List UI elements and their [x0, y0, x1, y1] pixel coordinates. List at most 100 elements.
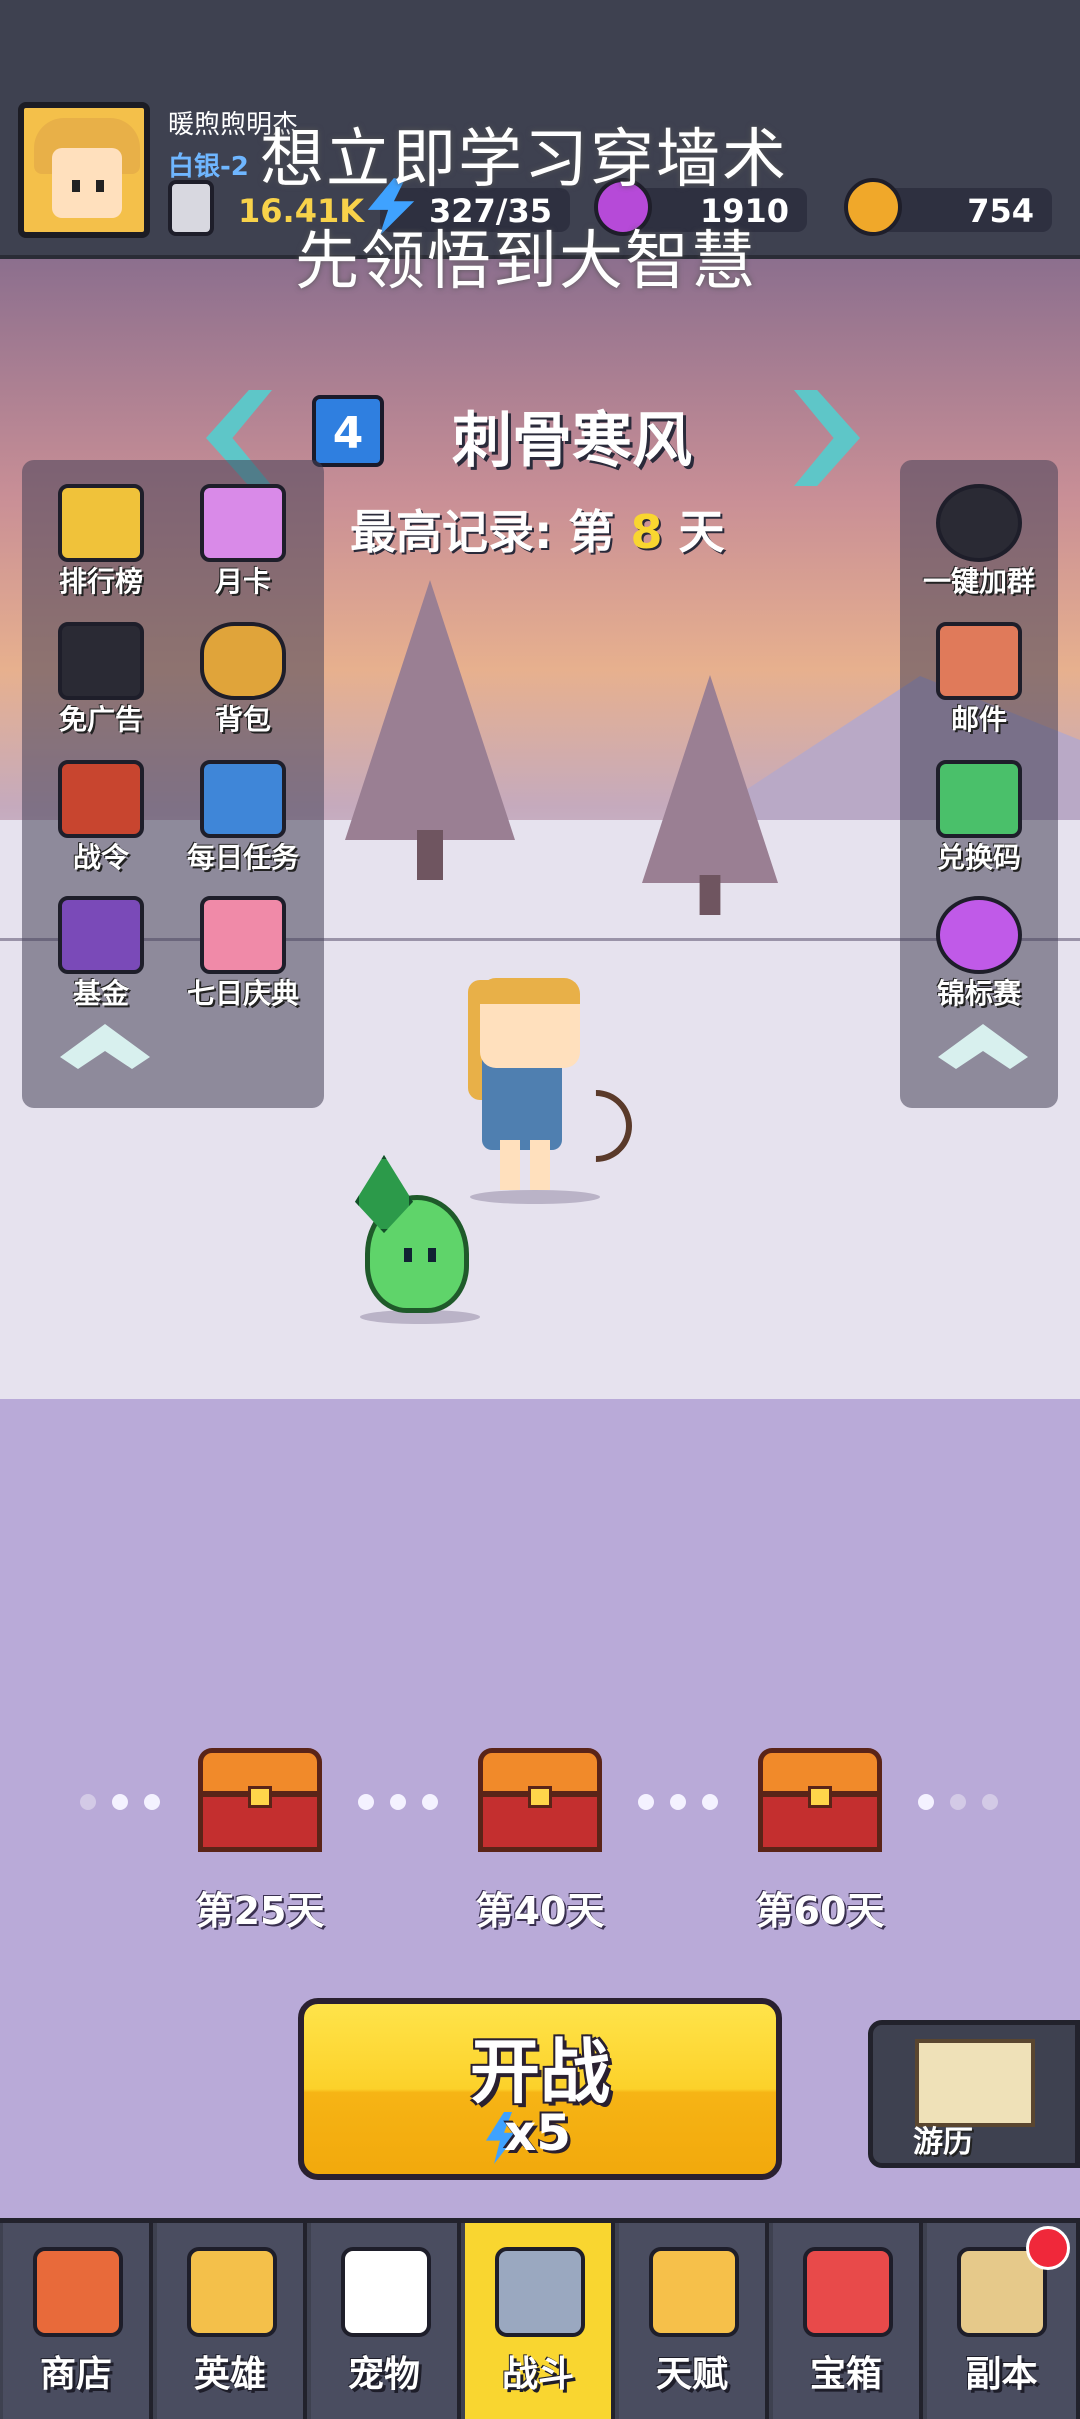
record-day: 8	[630, 505, 663, 559]
player-rank: 白银-2	[168, 152, 249, 182]
hero-leg	[500, 1140, 520, 1190]
gold-stat[interactable]: 754	[844, 178, 1052, 236]
shop-stall-icon	[33, 2247, 123, 2337]
menu-label: 每日任务	[186, 841, 299, 874]
reward-label: 第60天	[755, 1889, 885, 1933]
purple-orb-icon	[936, 896, 1022, 974]
progress-dot	[638, 1794, 654, 1810]
gold-coin-icon	[844, 178, 902, 236]
battle-pass-button[interactable]: 战令	[36, 754, 166, 884]
notification-badge	[1026, 2226, 1070, 2270]
reward-chest-day40[interactable]	[478, 1748, 602, 1852]
chapter-number: 4	[312, 395, 384, 467]
mail-button[interactable]: 邮件	[914, 616, 1044, 746]
treasure-chest-icon	[803, 2247, 893, 2337]
seven-day-event-button[interactable]: 七日庆典	[178, 890, 308, 1020]
progress-dot	[982, 1794, 998, 1810]
avatar-eye	[96, 180, 104, 192]
fund-button[interactable]: 基金	[36, 890, 166, 1020]
hero-head	[480, 978, 580, 1068]
reward-label: 第25天	[195, 1889, 325, 1933]
ticket-icon	[936, 760, 1022, 838]
progress-dot	[918, 1794, 934, 1810]
menu-label: 一键加群	[922, 565, 1035, 598]
tab-shop[interactable]: 商店	[3, 2223, 153, 2419]
daily-tasks-button[interactable]: 每日任务	[178, 754, 308, 884]
start-battle-button[interactable]: 开战 x5	[298, 1998, 782, 2180]
hero-portrait-icon	[187, 2247, 277, 2337]
tab-label: 宠物	[347, 2354, 420, 2395]
backpack-icon	[200, 622, 286, 700]
menu-label: 背包	[214, 703, 271, 736]
backpack-button[interactable]: 背包	[178, 616, 308, 746]
menu-label: 兑换码	[936, 841, 1021, 874]
travel-label: 游历	[913, 2125, 973, 2160]
tab-label: 副本	[965, 2354, 1038, 2395]
pine-tree	[345, 580, 515, 880]
best-record: 最高记录: 第 8 天	[350, 496, 724, 562]
pine-tree	[642, 675, 778, 915]
menu-label: 邮件	[950, 703, 1007, 736]
star-board-icon	[200, 760, 286, 838]
reward-chest-day60[interactable]	[758, 1748, 882, 1852]
scroll-mail-icon	[936, 622, 1022, 700]
trophy-banner-icon	[58, 484, 144, 562]
tab-label: 天赋	[655, 2354, 728, 2395]
chest-lock-icon	[528, 1786, 552, 1808]
menu-label: 基金	[72, 977, 129, 1010]
record-prefix: 最高记录: 第	[350, 505, 615, 559]
progress-dot	[950, 1794, 966, 1810]
winged-fist-icon	[649, 2247, 739, 2337]
power-icon	[168, 180, 214, 236]
no-ads-button[interactable]: 免广告	[36, 616, 166, 746]
tab-label: 英雄	[193, 2354, 266, 2395]
avatar-eye	[72, 180, 80, 192]
leaderboard-button[interactable]: 排行榜	[36, 478, 166, 608]
start-label: 开战	[470, 2031, 610, 2113]
join-group-button[interactable]: 一键加群	[914, 478, 1044, 608]
tab-hero[interactable]: 英雄	[157, 2223, 307, 2419]
championship-button[interactable]: 锦标赛	[914, 890, 1044, 1020]
video-icon	[58, 622, 144, 700]
progress-dot	[422, 1794, 438, 1810]
chest-lock-icon	[808, 1786, 832, 1808]
player-avatar[interactable]	[18, 102, 150, 238]
tab-label: 战斗	[501, 2354, 574, 2395]
crossed-swords-icon	[495, 2247, 585, 2337]
menu-label: 战令	[72, 841, 129, 874]
gift-icon	[200, 896, 286, 974]
progress-dot	[670, 1794, 686, 1810]
chapter-name: 刺骨寒风	[452, 406, 692, 476]
hero-leg	[530, 1140, 550, 1190]
menu-label: 锦标赛	[936, 977, 1021, 1010]
menu-label: 排行榜	[58, 565, 143, 598]
progress-dot	[112, 1794, 128, 1810]
record-suffix: 天	[678, 505, 725, 559]
tab-talent[interactable]: 天赋	[619, 2223, 769, 2419]
map-icon	[915, 2039, 1035, 2127]
avatar-face	[52, 148, 122, 218]
reward-chest-day25[interactable]	[198, 1748, 322, 1852]
overlay-caption-line1: 想立即学习穿墙术	[260, 123, 788, 197]
tab-label: 宝箱	[809, 2354, 882, 2395]
safe-icon	[58, 896, 144, 974]
card-icon	[200, 484, 286, 562]
pass-banner-icon	[58, 760, 144, 838]
menu-label: 月卡	[214, 565, 271, 598]
bottom-nav: 商店 英雄 宠物 战斗 天赋 宝箱 副本	[0, 2218, 1080, 2419]
tab-chest[interactable]: 宝箱	[773, 2223, 923, 2419]
tab-pet[interactable]: 宠物	[311, 2223, 461, 2419]
hero-shadow	[470, 1190, 600, 1204]
chest-lock-icon	[248, 1786, 272, 1808]
menu-label: 免广告	[58, 703, 143, 736]
travel-button[interactable]: 游历	[868, 2020, 1080, 2168]
slime-eye	[404, 1248, 412, 1262]
slime-eye	[428, 1248, 436, 1262]
monthly-card-button[interactable]: 月卡	[178, 478, 308, 608]
reward-label: 第40天	[475, 1889, 605, 1933]
energy-cost: x5	[504, 2104, 572, 2162]
tab-battle[interactable]: 战斗	[465, 2223, 615, 2419]
redeem-code-button[interactable]: 兑换码	[914, 754, 1044, 884]
rabbit-pet-icon	[341, 2247, 431, 2337]
penguin-icon	[936, 484, 1022, 562]
